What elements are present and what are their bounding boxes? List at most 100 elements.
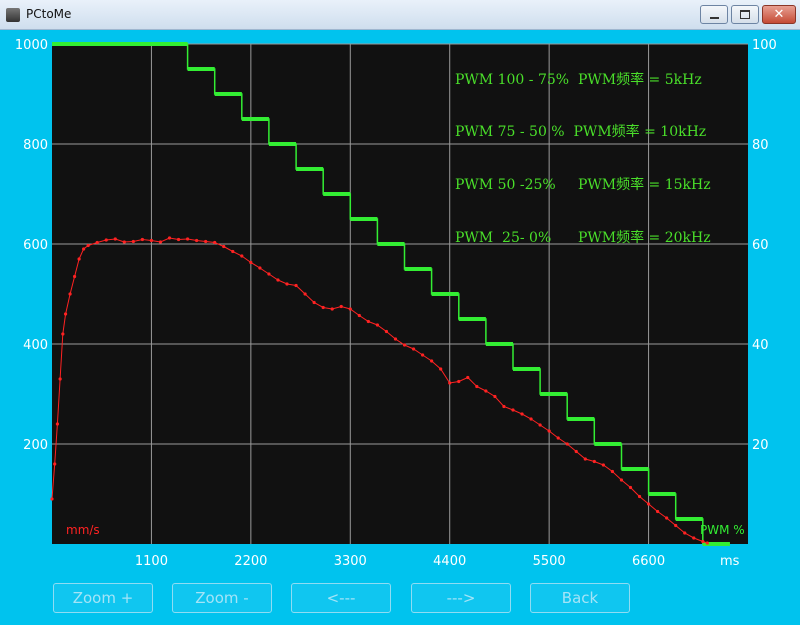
speed-point — [55, 422, 60, 426]
x-axis-ticks: 1100 2200 3300 4400 5500 6600 — [135, 554, 665, 569]
speed-point — [276, 278, 280, 282]
prev-button[interactable]: <--- — [291, 583, 391, 613]
speed-point — [72, 274, 77, 279]
speed-point — [330, 307, 334, 311]
speed-point — [475, 384, 479, 389]
speed-point — [95, 240, 99, 245]
speed-point — [601, 463, 605, 467]
speed-point — [357, 313, 361, 318]
speed-point — [493, 394, 497, 399]
speed-point — [321, 305, 325, 310]
speed-point — [674, 523, 678, 528]
speed-point — [249, 260, 253, 265]
speed-point — [149, 238, 154, 243]
speed-point — [457, 379, 461, 384]
speed-point — [240, 254, 244, 258]
speed-point — [705, 541, 709, 545]
speed-point — [267, 272, 271, 276]
speed-point — [167, 236, 172, 240]
speed-pwm-chart: 200 400 600 800 1000 20 40 60 80 100 1100 2200 330… — [15, 38, 777, 569]
left-tick-label: 800 — [23, 138, 48, 153]
speed-point — [158, 240, 163, 244]
maximize-button[interactable] — [731, 5, 759, 24]
speed-point — [122, 240, 126, 244]
close-icon: ✕ — [773, 7, 785, 22]
speed-point — [303, 292, 307, 296]
speed-point — [520, 412, 524, 416]
left-tick-label: 1000 — [15, 38, 48, 53]
speed-point — [637, 494, 642, 499]
speed-point — [104, 238, 108, 242]
app-icon — [6, 8, 20, 22]
speed-point — [420, 353, 425, 357]
speed-point — [683, 531, 687, 535]
speed-point — [466, 375, 470, 380]
zoom-in-button[interactable]: Zoom + — [53, 583, 153, 613]
speed-point — [583, 457, 587, 461]
zoom-out-button[interactable]: Zoom - — [172, 583, 272, 613]
speed-point — [701, 539, 705, 544]
left-axis-ticks: 200 400 600 800 1000 — [15, 38, 48, 453]
speed-point — [348, 307, 352, 311]
left-tick-label: 200 — [23, 438, 48, 453]
speed-point — [484, 389, 488, 393]
speed-point — [231, 249, 235, 254]
speed-point — [77, 257, 81, 261]
speed-point — [213, 240, 217, 245]
pwm-annotation: PWM 100 - 75% PWM频率 = 5kHz — [455, 71, 702, 88]
speed-point — [82, 247, 86, 251]
speed-point — [556, 436, 560, 440]
maximize-icon — [740, 10, 750, 19]
right-tick-label: 80 — [752, 138, 769, 153]
speed-point — [384, 329, 389, 334]
pwm-annotation: PWM 50 -25% PWM频率 = 15kHz — [455, 176, 711, 193]
speed-point — [222, 244, 226, 249]
speed-point — [511, 408, 515, 412]
x-tick-label: 3300 — [334, 554, 367, 569]
speed-point — [565, 442, 569, 446]
speed-point — [131, 239, 135, 244]
speed-point — [430, 359, 434, 363]
speed-point — [195, 238, 199, 243]
speed-point — [448, 381, 452, 385]
speed-point — [393, 337, 398, 341]
speed-point — [592, 459, 596, 464]
next-button[interactable]: ---> — [411, 583, 511, 613]
left-tick-label: 600 — [23, 238, 48, 253]
speed-point — [50, 497, 54, 501]
speed-point — [68, 292, 72, 296]
right-tick-label: 100 — [752, 38, 777, 53]
close-button[interactable]: ✕ — [762, 5, 796, 24]
speed-point — [547, 429, 551, 433]
speed-point — [312, 300, 316, 305]
pwm-series-label: PWM % — [700, 523, 745, 537]
speed-point — [402, 343, 407, 347]
speed-point — [538, 423, 542, 427]
x-tick-label: 4400 — [433, 554, 466, 569]
speed-point — [204, 239, 208, 244]
minimize-button[interactable] — [700, 5, 728, 24]
speed-point — [294, 283, 298, 288]
speed-series-label: mm/s — [66, 523, 100, 537]
right-tick-label: 60 — [752, 238, 769, 253]
speed-point — [628, 485, 633, 490]
right-axis-ticks: 20 40 60 80 100 — [752, 38, 777, 453]
speed-point — [375, 323, 380, 327]
speed-point — [439, 367, 443, 371]
speed-point — [61, 332, 65, 336]
x-tick-label: 2200 — [234, 554, 267, 569]
pwm-annotation: PWM 75 - 50 % PWM频率 = 10kHz — [455, 123, 706, 140]
speed-point — [113, 237, 117, 241]
speed-point — [665, 516, 669, 520]
back-button[interactable]: Back — [530, 583, 630, 613]
speed-point — [339, 304, 343, 309]
speed-point — [411, 347, 416, 351]
x-tick-label: 6600 — [632, 554, 665, 569]
window-titlebar: PCtoMe ✕ — [0, 0, 800, 30]
speed-point — [185, 237, 190, 241]
minimize-icon — [709, 16, 719, 19]
speed-point — [574, 449, 578, 454]
left-tick-label: 400 — [23, 338, 48, 353]
pwm-annotation: PWM 25- 0% PWM频率 = 20kHz — [455, 229, 711, 246]
speed-point — [140, 237, 144, 242]
